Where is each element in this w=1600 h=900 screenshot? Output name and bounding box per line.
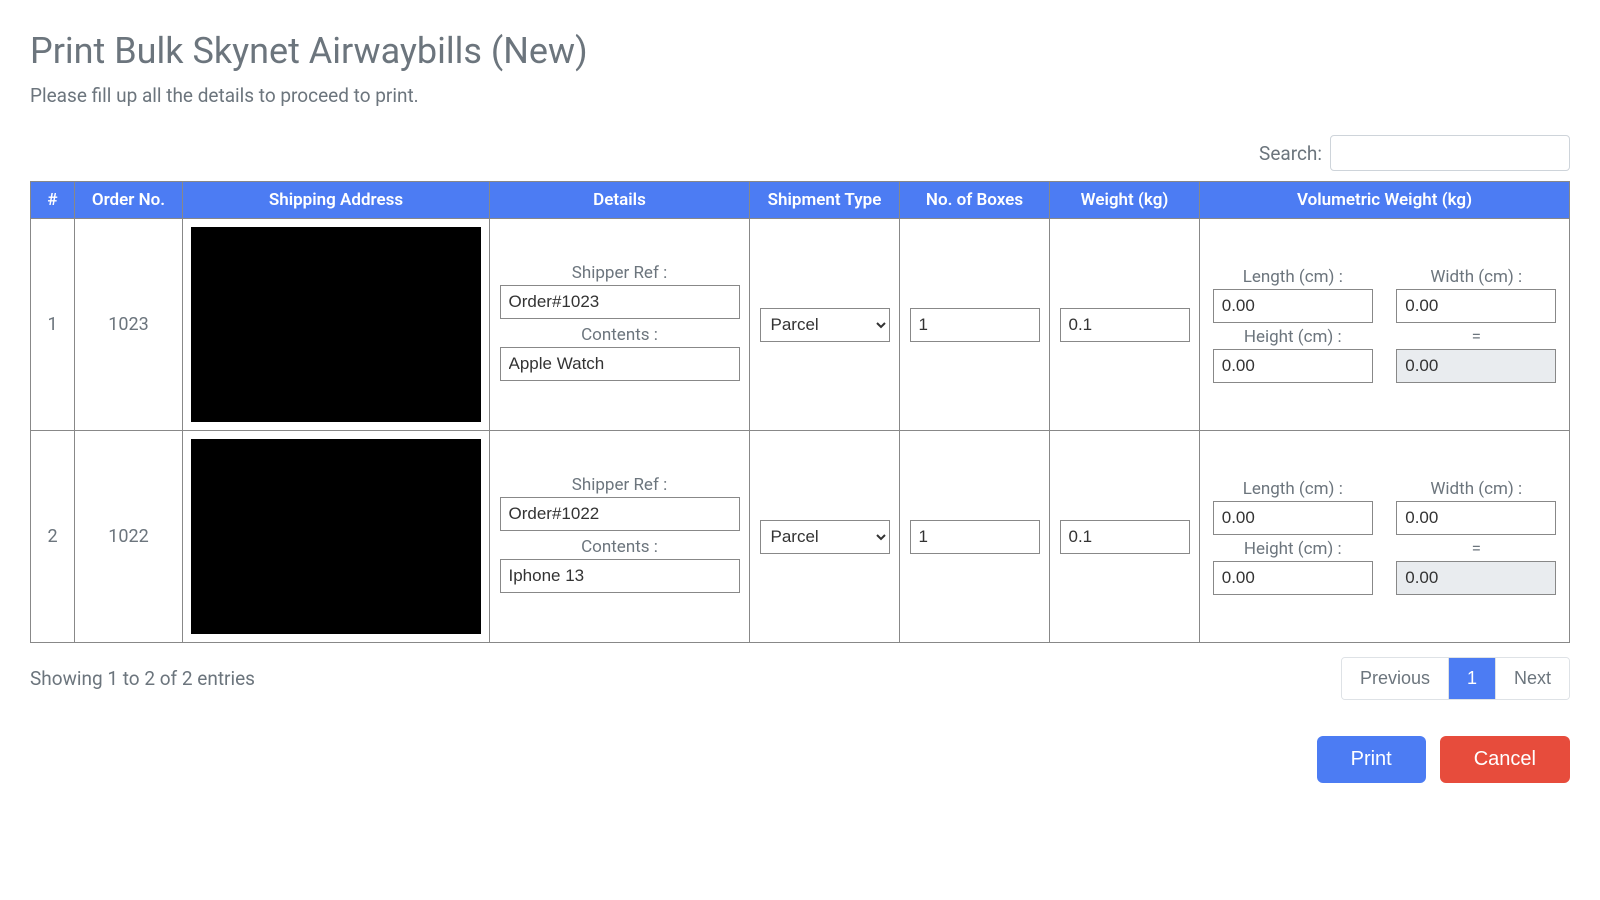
height-label: Height (cm) : <box>1208 539 1378 559</box>
height-label: Height (cm) : <box>1208 327 1378 347</box>
cell-shipping-address <box>183 219 490 431</box>
cell-boxes <box>900 431 1050 643</box>
height-input[interactable] <box>1213 561 1373 595</box>
boxes-input[interactable] <box>910 520 1040 554</box>
contents-input[interactable] <box>500 559 740 593</box>
th-index: # <box>31 182 75 219</box>
equals-label: = <box>1392 327 1562 347</box>
cell-shipping-address <box>183 431 490 643</box>
cancel-button[interactable]: Cancel <box>1440 736 1570 783</box>
cell-index: 1 <box>31 219 75 431</box>
print-button[interactable]: Print <box>1317 736 1426 783</box>
pager-next[interactable]: Next <box>1496 658 1569 699</box>
th-weight: Weight (kg) <box>1050 182 1200 219</box>
shipping-address-image <box>191 439 481 634</box>
cell-weight <box>1050 219 1200 431</box>
entries-text: Showing 1 to 2 of 2 entries <box>30 667 255 690</box>
width-input[interactable] <box>1396 289 1556 323</box>
search-label: Search: <box>1259 142 1322 165</box>
width-label: Width (cm) : <box>1392 267 1562 287</box>
th-ship-type: Shipment Type <box>750 182 900 219</box>
orders-table: # Order No. Shipping Address Details Shi… <box>30 181 1570 643</box>
cell-details: Shipper Ref : Contents : <box>490 219 750 431</box>
th-vol-weight: Volumetric Weight (kg) <box>1200 182 1570 219</box>
pager-previous[interactable]: Previous <box>1342 658 1449 699</box>
height-input[interactable] <box>1213 349 1373 383</box>
weight-input[interactable] <box>1060 520 1190 554</box>
shipper-ref-label: Shipper Ref : <box>498 475 741 495</box>
shipper-ref-input[interactable] <box>500 285 740 319</box>
cell-index: 2 <box>31 431 75 643</box>
equals-label: = <box>1392 539 1562 559</box>
cell-vol-weight: Length (cm) : Width (cm) : Height (cm) :… <box>1200 219 1570 431</box>
contents-label: Contents : <box>498 537 741 557</box>
cell-order-no: 1023 <box>75 219 183 431</box>
shipping-address-image <box>191 227 481 422</box>
cell-order-no: 1022 <box>75 431 183 643</box>
contents-input[interactable] <box>500 347 740 381</box>
length-input[interactable] <box>1213 289 1373 323</box>
width-input[interactable] <box>1396 501 1556 535</box>
table-row: 2 1022 Shipper Ref : Contents : Parcel L… <box>31 431 1570 643</box>
th-details: Details <box>490 182 750 219</box>
shipment-type-select[interactable]: Parcel <box>760 520 890 554</box>
search-input[interactable] <box>1330 135 1570 171</box>
vol-result-input <box>1396 561 1556 595</box>
width-label: Width (cm) : <box>1392 479 1562 499</box>
page-title: Print Bulk Skynet Airwaybills (New) <box>30 30 1570 72</box>
length-input[interactable] <box>1213 501 1373 535</box>
vol-result-input <box>1396 349 1556 383</box>
cell-shipment-type: Parcel <box>750 431 900 643</box>
weight-input[interactable] <box>1060 308 1190 342</box>
pager: Previous 1 Next <box>1341 657 1570 700</box>
cell-boxes <box>900 219 1050 431</box>
boxes-input[interactable] <box>910 308 1040 342</box>
page-subtitle: Please fill up all the details to procee… <box>30 84 1570 107</box>
table-row: 1 1023 Shipper Ref : Contents : Parcel L… <box>31 219 1570 431</box>
contents-label: Contents : <box>498 325 741 345</box>
length-label: Length (cm) : <box>1208 267 1378 287</box>
th-ship-addr: Shipping Address <box>183 182 490 219</box>
cell-vol-weight: Length (cm) : Width (cm) : Height (cm) :… <box>1200 431 1570 643</box>
cell-weight <box>1050 431 1200 643</box>
shipper-ref-label: Shipper Ref : <box>498 263 741 283</box>
th-boxes: No. of Boxes <box>900 182 1050 219</box>
shipment-type-select[interactable]: Parcel <box>760 308 890 342</box>
cell-shipment-type: Parcel <box>750 219 900 431</box>
pager-page-1[interactable]: 1 <box>1449 658 1496 699</box>
cell-details: Shipper Ref : Contents : <box>490 431 750 643</box>
th-order-no: Order No. <box>75 182 183 219</box>
length-label: Length (cm) : <box>1208 479 1378 499</box>
shipper-ref-input[interactable] <box>500 497 740 531</box>
